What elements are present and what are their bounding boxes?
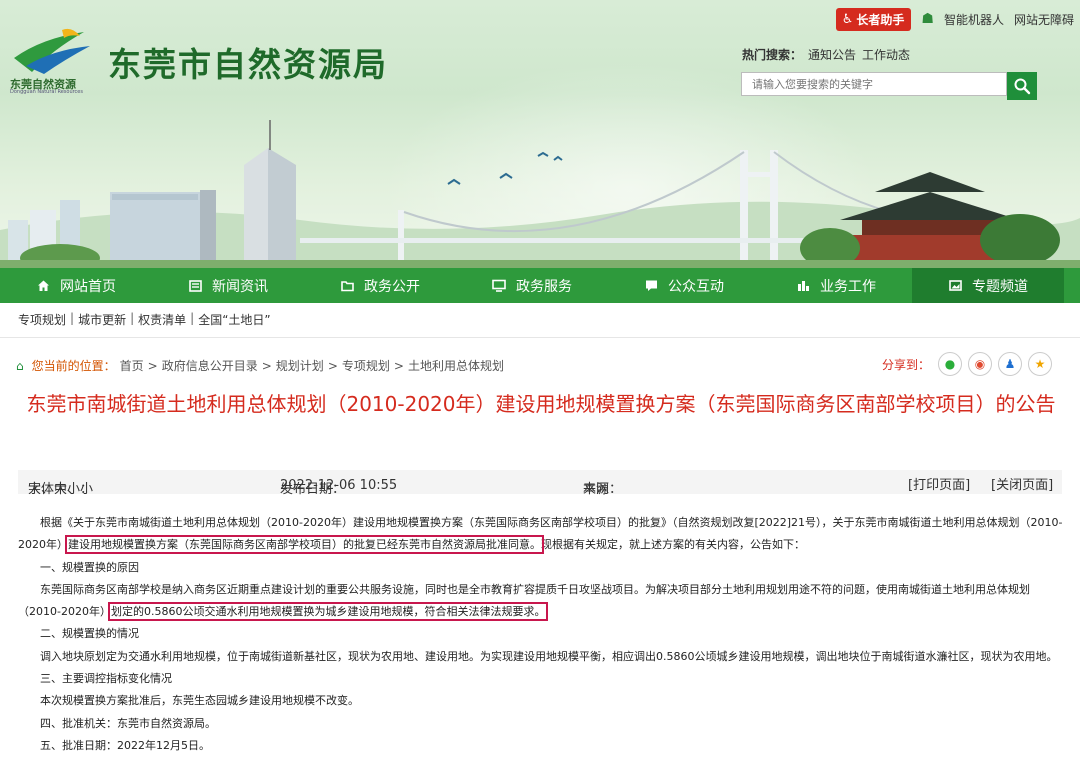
section-heading: 五、批准日期：2022年12月5日。 <box>40 738 210 752</box>
accessibility-link[interactable]: 网站无障碍 <box>1014 11 1074 28</box>
sub-link[interactable]: 专项规划 <box>18 311 66 328</box>
nav-label: 公众互动 <box>668 278 724 295</box>
article-meta: 字体大小： 大、中、小 发布日期： 2022-12-06 10:55 来源： 本… <box>18 470 1062 497</box>
site-title: 东莞市自然资源局 <box>108 45 388 84</box>
nav-label: 业务工作 <box>820 278 876 295</box>
robot-icon: ☗ <box>921 11 934 27</box>
nav-label: 专题频道 <box>972 278 1028 295</box>
header-banner: 东莞自然资源 Dongguan Natural Resources 东莞市自然资… <box>0 0 1080 268</box>
weibo-icon[interactable]: ◉ <box>968 352 992 376</box>
search-input[interactable] <box>752 74 1002 95</box>
breadcrumb-chevron-icon: > <box>261 358 272 373</box>
logo-mark-icon <box>14 28 90 74</box>
search-box <box>741 72 1007 96</box>
close-page-link[interactable]: [关闭页面] <box>991 474 1053 493</box>
nav-item-special[interactable]: 专题频道 <box>912 268 1064 303</box>
section-heading: 三、主要调控指标变化情况 <box>40 672 172 686</box>
nav-item-news[interactable]: 新闻资讯 <box>152 268 304 303</box>
divider <box>0 337 1080 338</box>
separator: | <box>190 311 195 325</box>
source-value: 本网 <box>583 482 610 497</box>
nav-label: 政务服务 <box>516 278 572 295</box>
share-label: 分享到： <box>881 357 930 372</box>
paragraph: 调入地块原划定为交通水利用地规模，位于南城街道新基社区，现状为农用地、建设用地。… <box>40 649 1058 663</box>
share-bar: 分享到： ● ◉ ♟ ★ <box>882 352 1052 376</box>
sub-links: 专项规划 | 城市更新 | 权责清单 | 全国“土地日” <box>18 311 271 328</box>
news-icon <box>188 279 202 293</box>
breadcrumb: ⌂ 您当前的位置： 首页 > 政府信息公开目录 > 规划计划 > 专项规划 > 土地利用… <box>16 357 504 374</box>
elder-helper-label: 长者助手 <box>856 12 905 27</box>
breadcrumb-chevron-icon: > <box>147 358 158 373</box>
print-page-link[interactable]: [打印页面] <box>908 474 970 493</box>
nav-item-business[interactable]: 业务工作 <box>760 268 912 303</box>
sub-link[interactable]: 城市更新 <box>78 311 126 328</box>
breadcrumb-link[interactable]: 首页 <box>120 357 144 374</box>
breadcrumb-label: 您当前的位置： <box>31 359 116 373</box>
nav-label: 新闻资讯 <box>212 278 268 295</box>
paragraph-text: 现根据有关规定，就上述方案的有关内容，公告如下： <box>541 538 805 552</box>
breadcrumb-link[interactable]: 政府信息公开目录 <box>162 357 258 374</box>
elder-icon: ♿ <box>841 11 854 27</box>
paragraph: 根据《关于东莞市南城街道土地利用总体规划（2010-2020年）建设用地规模置换… <box>18 512 1070 557</box>
sub-link[interactable]: 全国“土地日” <box>198 311 270 328</box>
sub-link[interactable]: 权责清单 <box>138 311 186 328</box>
publish-date-value: 2022-12-06 10:55 <box>280 478 398 493</box>
section-heading: 二、规模置换的情况 <box>40 627 139 641</box>
wechat-icon[interactable]: ● <box>938 352 962 376</box>
highlighted-text: 划定的0.5860公顷交通水利用地规模置换为城乡建设用地规模，符合相关法律法规要… <box>107 602 549 622</box>
nav-item-home[interactable]: 网站首页 <box>0 268 152 303</box>
search-button[interactable] <box>1007 72 1037 100</box>
home-icon: ⌂ <box>16 358 24 373</box>
nav-item-gov-open[interactable]: 政务公开 <box>304 268 456 303</box>
breadcrumb-link[interactable]: 专项规划 <box>342 357 390 374</box>
breadcrumb-chevron-icon: > <box>327 358 338 373</box>
search-icon <box>1014 78 1031 95</box>
qq-icon[interactable]: ♟ <box>998 352 1022 376</box>
nav-item-gov-service[interactable]: 政务服务 <box>456 268 608 303</box>
qzone-icon[interactable]: ★ <box>1028 352 1052 376</box>
nav-label: 网站首页 <box>60 278 116 295</box>
nav-label: 政务公开 <box>364 278 420 295</box>
highlighted-text: 建设用地规模置换方案（东莞国际商务区南部学校项目）的批复已经东莞市自然资源局批准… <box>65 535 544 555</box>
city-skyline-illustration <box>0 120 1080 268</box>
home-icon <box>36 279 50 293</box>
breadcrumb-chevron-icon: > <box>393 358 404 373</box>
separator: | <box>70 311 75 325</box>
main-nav: 网站首页 新闻资讯 政务公开 政务服务 公众互动 业务工作 专题频道 <box>0 268 1080 303</box>
top-links: ♿ 长者助手 ☗ 智能机器人 网站无障碍 <box>835 7 1074 31</box>
monitor-icon <box>492 279 506 293</box>
section-heading: 四、批准机关：东莞市自然资源局。 <box>40 716 216 730</box>
hot-search: 热门搜索： 通知公告 工作动态 <box>742 46 910 63</box>
article-title: 东莞市南城街道土地利用总体规划（2010-2020年）建设用地规模置换方案（东莞… <box>26 392 1056 416</box>
section-heading: 一、规模置换的原因 <box>40 560 139 574</box>
font-size-options[interactable]: 大、中、小 <box>28 478 93 497</box>
chat-icon <box>644 279 658 293</box>
elder-helper-button[interactable]: ♿ 长者助手 <box>835 7 912 31</box>
smart-robot-link[interactable]: 智能机器人 <box>944 11 1004 28</box>
hot-term-link[interactable]: 通知公告 <box>808 46 856 63</box>
folder-icon <box>340 279 354 293</box>
breadcrumb-link[interactable]: 规划计划 <box>276 357 324 374</box>
hot-term-link[interactable]: 工作动态 <box>862 46 910 63</box>
paragraph: 东莞国际商务区南部学校是纳入商务区近期重点建设计划的重要公共服务设施，同时也是全… <box>18 579 1070 624</box>
nav-item-interaction[interactable]: 公众互动 <box>608 268 760 303</box>
logo-english-text: Dongguan Natural Resources <box>10 89 83 95</box>
hot-search-label: 热门搜索： <box>742 48 803 62</box>
breadcrumb-link[interactable]: 土地利用总体规划 <box>408 357 504 374</box>
image-icon <box>948 279 962 293</box>
separator: | <box>130 311 135 325</box>
chart-icon <box>796 279 810 293</box>
paragraph: 本次规模置换方案批准后，东莞生态园城乡建设用地规模不改变。 <box>40 694 359 708</box>
article-body: 根据《关于东莞市南城街道土地利用总体规划（2010-2020年）建设用地规模置换… <box>18 512 1070 757</box>
